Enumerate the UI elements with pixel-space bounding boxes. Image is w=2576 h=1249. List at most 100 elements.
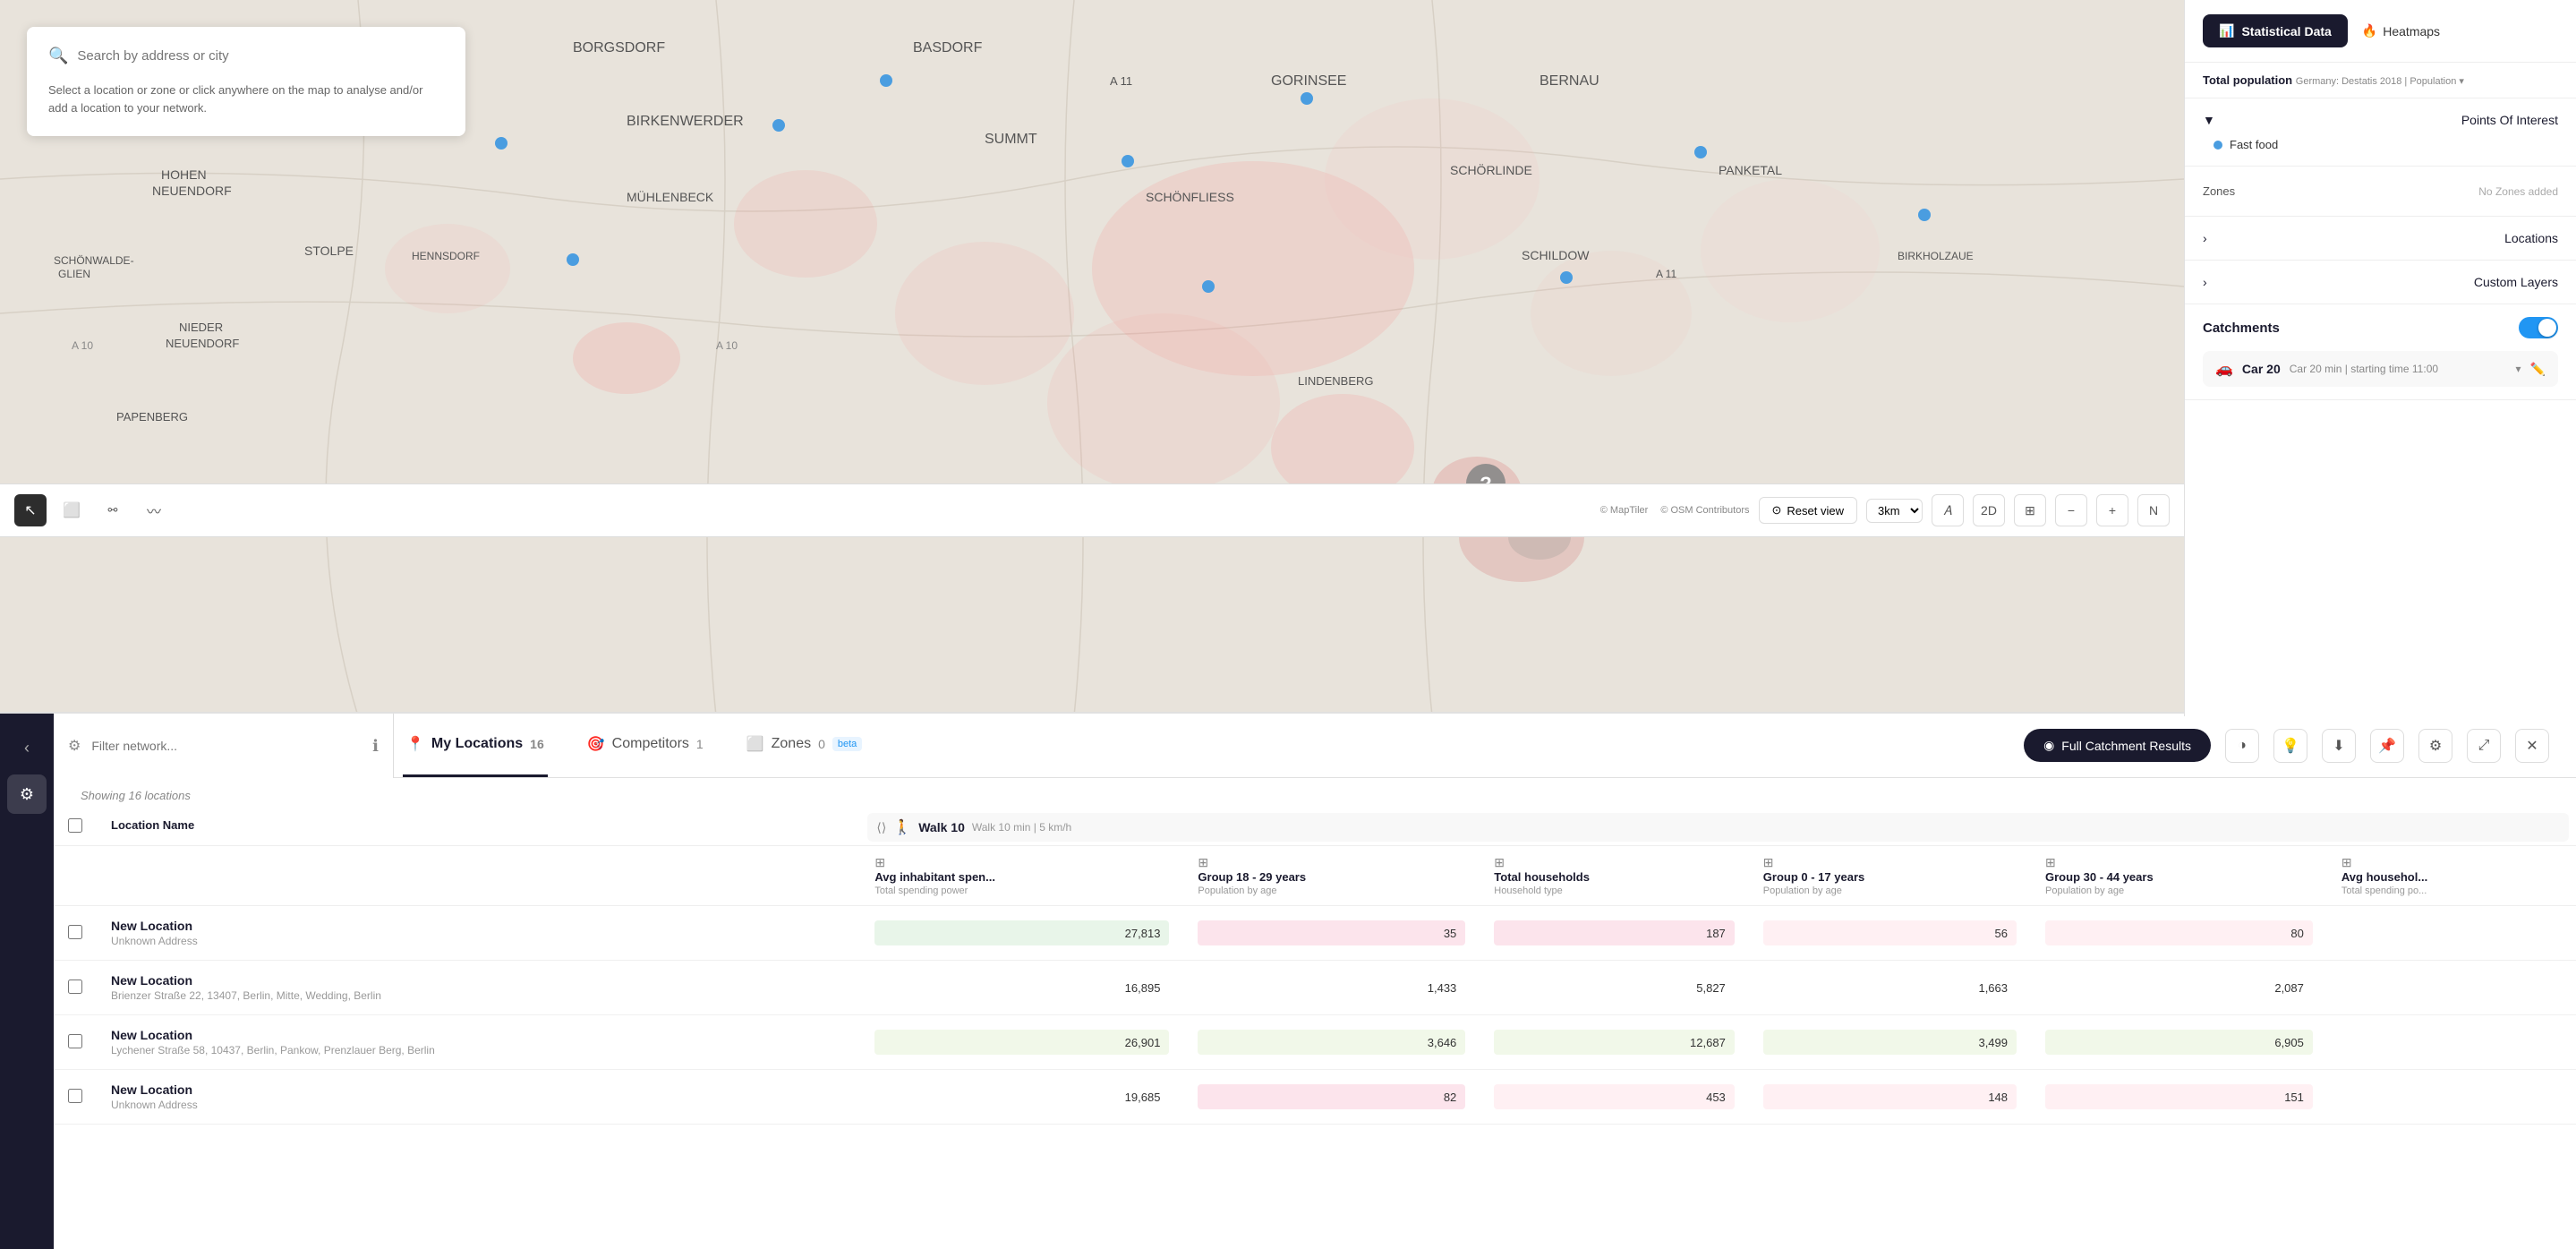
right-panel-header: 📊 Statistical Data 🔥 Heatmaps xyxy=(2185,0,2576,63)
reset-view-button[interactable]: ⊙ Reset view xyxy=(1759,497,1857,524)
row-group-18-29-2: 3,646 xyxy=(1183,1015,1480,1070)
select-tool-button[interactable]: ↖ xyxy=(14,494,47,526)
poi-section-header[interactable]: ▼ Points Of Interest xyxy=(2203,107,2558,133)
search-input[interactable] xyxy=(77,48,444,64)
search-hint: Select a location or zone or click anywh… xyxy=(48,81,444,116)
svg-text:GLIEN: GLIEN xyxy=(58,268,90,280)
catchments-section: Catchments 🚗 Car 20 Car 20 min | startin… xyxy=(2185,304,2576,400)
north-button[interactable]: N xyxy=(2137,494,2170,526)
col-empty-check xyxy=(54,846,97,906)
col-group-18-29-label: Group 18 - 29 years xyxy=(1198,870,1465,884)
custom-layers-section-header[interactable]: › Custom Layers xyxy=(2203,269,2558,295)
svg-text:GORINSEE: GORINSEE xyxy=(1271,73,1346,89)
col-total-hh-icon: ⊞ xyxy=(1494,855,1505,869)
row-avg-spend-0: 27,813 xyxy=(860,906,1183,961)
no-zones-label: No Zones added xyxy=(2478,185,2558,198)
car-icon: 🚗 xyxy=(2215,360,2233,378)
col-group-30-44-label: Group 30 - 44 years xyxy=(2045,870,2313,884)
svg-text:BASDORF: BASDORF xyxy=(913,40,983,56)
row-avg-spend-value-0: 27,813 xyxy=(874,920,1169,945)
heatmaps-button[interactable]: 🔥 Heatmaps xyxy=(2362,23,2440,38)
collapse-walktime-icon[interactable]: ⟨⟩ xyxy=(876,820,886,835)
walk-icon: 🚶 xyxy=(893,818,911,836)
rectangle-tool-button[interactable]: ⬜ xyxy=(55,494,88,526)
table-row: New Location Unknown Address 27,813 35 1… xyxy=(54,906,2576,961)
bulb-button[interactable]: 💡 xyxy=(2273,729,2307,763)
full-catchment-button[interactable]: ◉ Full Catchment Results xyxy=(2024,729,2211,762)
row-avg-hh-value-3 xyxy=(2341,1084,2562,1109)
catchment-car-row[interactable]: 🚗 Car 20 Car 20 min | starting time 11:0… xyxy=(2203,351,2558,387)
line-tool-button[interactable]: 〰 xyxy=(138,494,170,526)
close-button[interactable]: ✕ xyxy=(2515,729,2549,763)
row-avg-spend-value-2: 26,901 xyxy=(874,1030,1169,1055)
view-2d-button[interactable]: 2D xyxy=(1973,494,2005,526)
row-group-30-44-1: 2,087 xyxy=(2031,961,2327,1015)
filter-input[interactable] xyxy=(91,739,362,753)
svg-text:A 11: A 11 xyxy=(1110,74,1132,88)
col-avg-spend-label: Avg inhabitant spen... xyxy=(874,870,1169,884)
svg-text:BIRKENWERDER: BIRKENWERDER xyxy=(627,114,744,129)
statistical-data-button[interactable]: 📊 Statistical Data xyxy=(2203,14,2348,47)
row-checkbox-3[interactable] xyxy=(68,1089,82,1103)
info-icon[interactable]: ℹ xyxy=(372,737,379,756)
zones-section: Zones No Zones added xyxy=(2185,167,2576,217)
poi-section-label: Points Of Interest xyxy=(2461,113,2558,127)
tab-my-locations[interactable]: 📍 My Locations 16 xyxy=(403,714,548,777)
poi-expand-icon: ▼ xyxy=(2203,113,2215,127)
svg-text:MÜHLENBECK: MÜHLENBECK xyxy=(627,189,714,204)
expand-button[interactable]: ⤢ xyxy=(2467,729,2501,763)
fast-food-item[interactable]: Fast food xyxy=(2203,133,2558,157)
svg-text:SUMMT: SUMMT xyxy=(985,132,1037,147)
catchments-toggle[interactable] xyxy=(2519,317,2558,338)
svg-text:BERNAU: BERNAU xyxy=(1540,73,1599,89)
contrast-button[interactable]: ◑ xyxy=(2225,729,2259,763)
my-locations-label: My Locations xyxy=(431,736,523,752)
zoom-out-button[interactable]: − xyxy=(2055,494,2087,526)
row-name-2: New Location xyxy=(111,1028,846,1042)
locations-section: › Locations xyxy=(2185,217,2576,261)
settings-button[interactable]: ⚙ xyxy=(2418,729,2452,763)
edit-catchment-icon[interactable]: ✏️ xyxy=(2530,362,2546,377)
polygon-tool-button[interactable]: ⚯ xyxy=(97,494,129,526)
row-address-0: Unknown Address xyxy=(111,935,846,947)
scale-select[interactable]: 3km xyxy=(1866,499,1923,523)
filter-icon: ⚙ xyxy=(68,737,81,755)
row-location-cell-3: New Location Unknown Address xyxy=(97,1070,860,1125)
locations-section-label: Locations xyxy=(2504,231,2558,245)
locations-section-header[interactable]: › Locations xyxy=(2203,226,2558,251)
total-population-source[interactable]: Germany: Destatis 2018 | Population ▾ xyxy=(2296,76,2464,87)
zones-label: Zones xyxy=(2203,184,2235,198)
right-panel: 📊 Statistical Data 🔥 Heatmaps Total popu… xyxy=(2184,0,2576,716)
row-checkbox-0[interactable] xyxy=(68,925,82,939)
row-avg-hh-2 xyxy=(2327,1015,2576,1070)
custom-layers-expand-icon: › xyxy=(2203,275,2207,289)
download-button[interactable]: ⬇ xyxy=(2322,729,2356,763)
svg-text:STOLPE: STOLPE xyxy=(304,244,354,258)
row-address-1: Brienzer Straße 22, 13407, Berlin, Mitte… xyxy=(111,989,846,1002)
competitors-count: 1 xyxy=(696,737,704,751)
tab-zones[interactable]: ⬜ Zones 0 beta xyxy=(743,714,866,777)
row-total-hh-value-1: 5,827 xyxy=(1494,975,1735,1000)
layers-button[interactable]: ⊞ xyxy=(2014,494,2046,526)
row-checkbox-1[interactable] xyxy=(68,980,82,994)
svg-text:BIRKHOLZAUE: BIRKHOLZAUE xyxy=(1898,250,1974,262)
row-checkbox-cell-1 xyxy=(54,961,97,1015)
row-group-0-17-value-2: 3,499 xyxy=(1763,1030,2017,1055)
total-population-section: Total population Germany: Destatis 2018 … xyxy=(2185,63,2576,98)
row-avg-hh-3 xyxy=(2327,1070,2576,1125)
row-avg-spend-1: 16,895 xyxy=(860,961,1183,1015)
label-tool-button[interactable]: 𝐴 xyxy=(1932,494,1964,526)
map-attribution-1: © MapTiler xyxy=(1600,505,1649,516)
pin-button[interactable]: 📌 xyxy=(2370,729,2404,763)
tab-competitors[interactable]: 🎯 Competitors 1 xyxy=(584,714,707,777)
sidebar-filter-button[interactable]: ⚙ xyxy=(7,774,47,814)
zoom-in-button[interactable]: + xyxy=(2096,494,2128,526)
walktime-sub: Walk 10 min | 5 km/h xyxy=(972,821,1071,834)
row-group-30-44-3: 151 xyxy=(2031,1070,2327,1125)
col-group-0-17: ⊞ Group 0 - 17 years Population by age xyxy=(1749,846,2031,906)
sidebar-back-button[interactable]: ‹ xyxy=(7,728,47,767)
my-locations-count: 16 xyxy=(530,737,544,751)
select-all-checkbox[interactable] xyxy=(68,818,82,833)
row-checkbox-2[interactable] xyxy=(68,1034,82,1048)
row-avg-spend-value-3: 19,685 xyxy=(874,1084,1169,1109)
